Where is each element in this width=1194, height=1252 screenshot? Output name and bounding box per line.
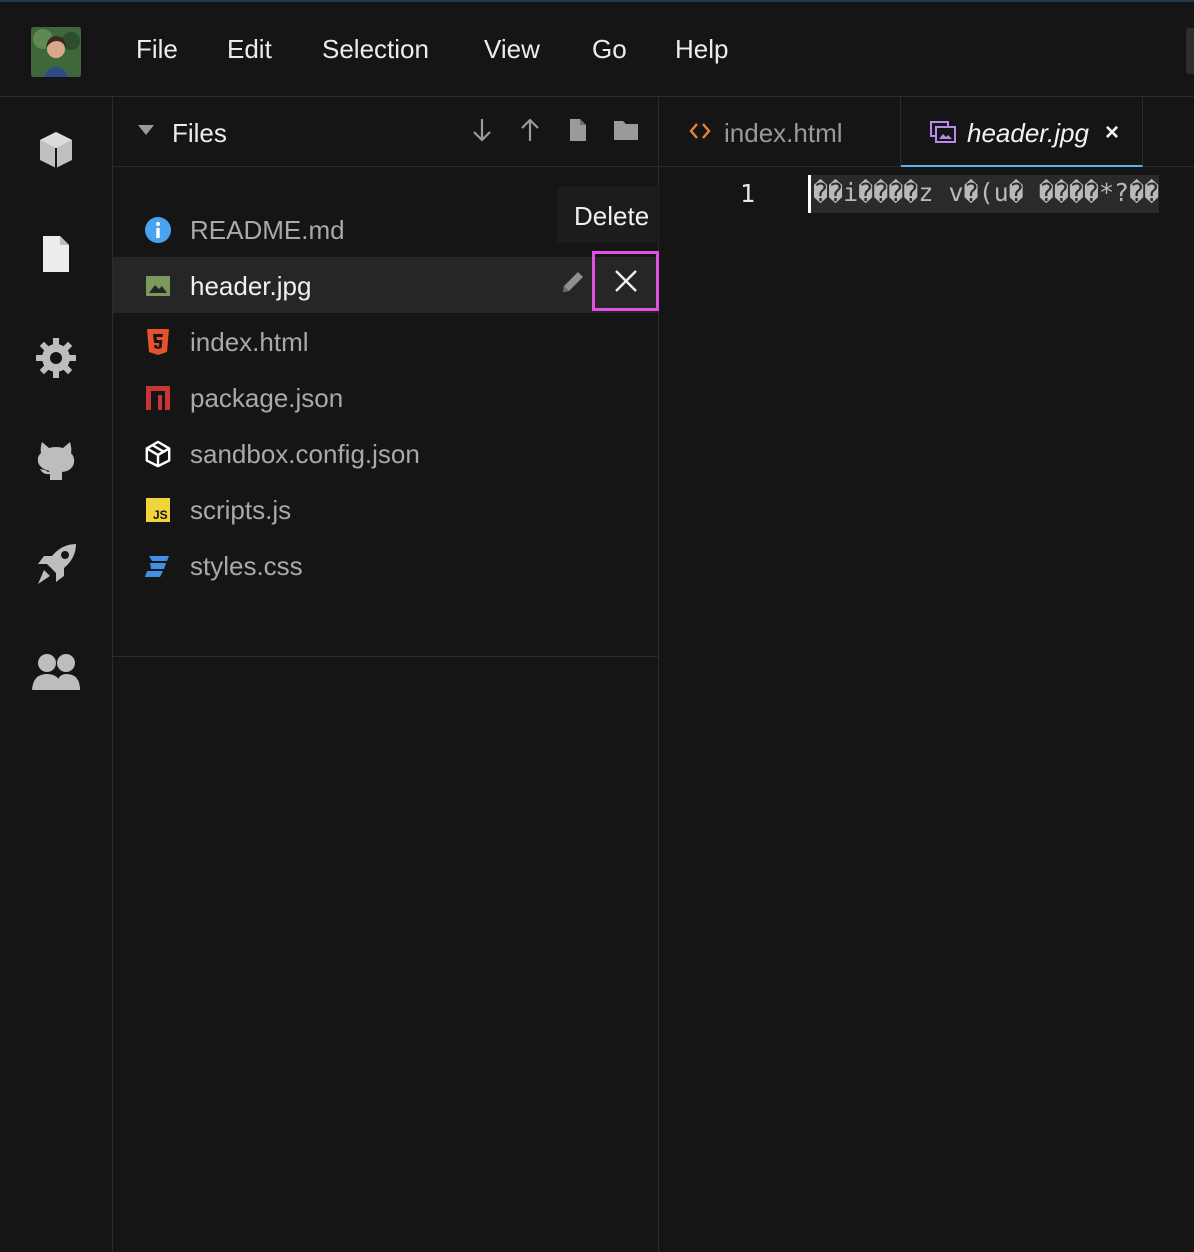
file-row-scripts-js[interactable]: JS scripts.js bbox=[113, 481, 658, 537]
menu-selection[interactable]: Selection bbox=[322, 34, 429, 65]
editor-pane: index.html header.jpg × 1 ��i����z v�(u�… bbox=[660, 97, 1194, 1252]
file-name: package.json bbox=[190, 383, 344, 413]
download-icon[interactable] bbox=[467, 115, 497, 145]
editor-tabbar: index.html header.jpg × bbox=[660, 97, 1194, 167]
image-tab-icon bbox=[930, 121, 956, 148]
css3-icon bbox=[144, 552, 172, 580]
tab-close-icon[interactable]: × bbox=[1105, 119, 1119, 147]
file-name: header.jpg bbox=[190, 271, 312, 301]
menu-go[interactable]: Go bbox=[592, 34, 627, 65]
code-icon bbox=[689, 121, 711, 146]
info-icon bbox=[144, 216, 172, 244]
file-row-styles-css[interactable]: styles.css bbox=[113, 537, 658, 593]
users-icon[interactable] bbox=[30, 646, 82, 698]
codesandbox-icon bbox=[144, 440, 172, 468]
svg-text:JS: JS bbox=[153, 508, 168, 522]
tab-label: index.html bbox=[724, 118, 843, 148]
html5-icon bbox=[144, 328, 172, 356]
line-number: 1 bbox=[740, 179, 756, 208]
menu-file[interactable]: File bbox=[136, 34, 178, 65]
delete-tooltip: Delete bbox=[557, 187, 660, 243]
files-title: Files bbox=[172, 118, 227, 148]
js-icon: JS bbox=[144, 496, 172, 524]
file-name: README.md bbox=[190, 215, 345, 245]
delete-button[interactable] bbox=[592, 251, 659, 311]
file-name: styles.css bbox=[190, 551, 303, 581]
sidebar-divider bbox=[113, 656, 658, 657]
code-line[interactable]: ��i����z v�(u� ����*?�� bbox=[808, 175, 1160, 213]
menu-edit[interactable]: Edit bbox=[227, 34, 272, 65]
gear-icon[interactable] bbox=[30, 332, 82, 384]
file-row-sandbox-config[interactable]: sandbox.config.json bbox=[113, 425, 658, 481]
menu-view[interactable]: View bbox=[484, 34, 540, 65]
npm-icon bbox=[144, 384, 172, 412]
cube-icon[interactable] bbox=[30, 124, 82, 176]
file-icon[interactable] bbox=[30, 228, 82, 280]
upload-icon[interactable] bbox=[515, 115, 545, 145]
new-file-icon[interactable] bbox=[563, 115, 593, 145]
tab-label: header.jpg bbox=[967, 118, 1089, 148]
new-folder-icon[interactable] bbox=[611, 115, 641, 145]
file-name: sandbox.config.json bbox=[190, 439, 420, 469]
rocket-icon[interactable] bbox=[30, 538, 82, 590]
activity-bar bbox=[0, 97, 113, 1252]
menubar-overflow-edge bbox=[1186, 28, 1194, 74]
files-header: Files bbox=[113, 97, 658, 167]
file-name: index.html bbox=[190, 327, 309, 357]
file-name: scripts.js bbox=[190, 495, 292, 525]
menu-help[interactable]: Help bbox=[675, 34, 728, 65]
tab-header-jpg[interactable]: header.jpg × bbox=[901, 97, 1143, 167]
file-row-index-html[interactable]: index.html bbox=[113, 313, 658, 369]
collapse-caret-icon[interactable] bbox=[137, 123, 155, 141]
menubar: File Edit Selection View Go Help bbox=[0, 2, 1194, 97]
tooltip-text: Delete bbox=[574, 201, 650, 231]
image-icon bbox=[144, 272, 172, 300]
edit-pencil-icon[interactable] bbox=[558, 267, 588, 297]
file-row-package-json[interactable]: package.json bbox=[113, 369, 658, 425]
github-icon[interactable] bbox=[30, 434, 82, 486]
close-icon bbox=[614, 270, 637, 292]
tab-index-html[interactable]: index.html bbox=[660, 97, 901, 167]
avatar[interactable] bbox=[31, 27, 81, 77]
